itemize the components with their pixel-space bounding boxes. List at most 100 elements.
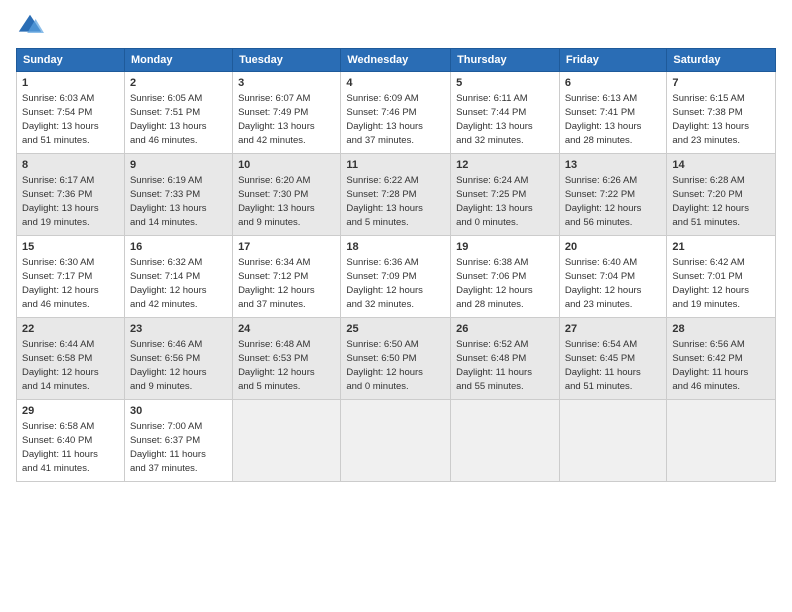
calendar-cell: 9Sunrise: 6:19 AM Sunset: 7:33 PM Daylig…	[124, 154, 232, 236]
calendar-header: SundayMondayTuesdayWednesdayThursdayFrid…	[17, 49, 776, 72]
day-of-week-sunday: Sunday	[17, 49, 125, 72]
day-info: Sunrise: 6:52 AM Sunset: 6:48 PM Dayligh…	[456, 338, 554, 393]
day-info: Sunrise: 6:34 AM Sunset: 7:12 PM Dayligh…	[238, 256, 335, 311]
day-number: 17	[238, 240, 335, 255]
day-info: Sunrise: 6:42 AM Sunset: 7:01 PM Dayligh…	[672, 256, 770, 311]
day-info: Sunrise: 6:26 AM Sunset: 7:22 PM Dayligh…	[565, 174, 662, 229]
calendar-week-4: 22Sunrise: 6:44 AM Sunset: 6:58 PM Dayli…	[17, 318, 776, 400]
day-number: 26	[456, 322, 554, 337]
day-number: 1	[22, 76, 119, 91]
calendar-cell: 14Sunrise: 6:28 AM Sunset: 7:20 PM Dayli…	[667, 154, 776, 236]
calendar-cell: 3Sunrise: 6:07 AM Sunset: 7:49 PM Daylig…	[233, 72, 341, 154]
day-info: Sunrise: 6:30 AM Sunset: 7:17 PM Dayligh…	[22, 256, 119, 311]
calendar-cell: 23Sunrise: 6:46 AM Sunset: 6:56 PM Dayli…	[124, 318, 232, 400]
header-row: SundayMondayTuesdayWednesdayThursdayFrid…	[17, 49, 776, 72]
calendar-cell: 17Sunrise: 6:34 AM Sunset: 7:12 PM Dayli…	[233, 236, 341, 318]
calendar-cell: 29Sunrise: 6:58 AM Sunset: 6:40 PM Dayli…	[17, 400, 125, 482]
day-info: Sunrise: 6:54 AM Sunset: 6:45 PM Dayligh…	[565, 338, 662, 393]
calendar-cell	[451, 400, 560, 482]
header	[16, 12, 776, 40]
calendar-cell: 12Sunrise: 6:24 AM Sunset: 7:25 PM Dayli…	[451, 154, 560, 236]
day-of-week-tuesday: Tuesday	[233, 49, 341, 72]
day-info: Sunrise: 6:38 AM Sunset: 7:06 PM Dayligh…	[456, 256, 554, 311]
day-info: Sunrise: 6:07 AM Sunset: 7:49 PM Dayligh…	[238, 92, 335, 147]
day-number: 11	[346, 158, 445, 173]
day-info: Sunrise: 6:24 AM Sunset: 7:25 PM Dayligh…	[456, 174, 554, 229]
calendar-table: SundayMondayTuesdayWednesdayThursdayFrid…	[16, 48, 776, 482]
day-info: Sunrise: 6:46 AM Sunset: 6:56 PM Dayligh…	[130, 338, 227, 393]
day-number: 15	[22, 240, 119, 255]
day-number: 6	[565, 76, 662, 91]
calendar-cell: 8Sunrise: 6:17 AM Sunset: 7:36 PM Daylig…	[17, 154, 125, 236]
calendar-page: SundayMondayTuesdayWednesdayThursdayFrid…	[0, 0, 792, 612]
day-number: 29	[22, 404, 119, 419]
day-number: 12	[456, 158, 554, 173]
calendar-cell: 30Sunrise: 7:00 AM Sunset: 6:37 PM Dayli…	[124, 400, 232, 482]
day-number: 7	[672, 76, 770, 91]
calendar-cell: 16Sunrise: 6:32 AM Sunset: 7:14 PM Dayli…	[124, 236, 232, 318]
day-number: 3	[238, 76, 335, 91]
calendar-cell: 26Sunrise: 6:52 AM Sunset: 6:48 PM Dayli…	[451, 318, 560, 400]
calendar-cell: 13Sunrise: 6:26 AM Sunset: 7:22 PM Dayli…	[559, 154, 667, 236]
day-of-week-thursday: Thursday	[451, 49, 560, 72]
day-number: 23	[130, 322, 227, 337]
day-info: Sunrise: 6:28 AM Sunset: 7:20 PM Dayligh…	[672, 174, 770, 229]
calendar-cell	[341, 400, 451, 482]
day-info: Sunrise: 6:03 AM Sunset: 7:54 PM Dayligh…	[22, 92, 119, 147]
day-of-week-friday: Friday	[559, 49, 667, 72]
day-number: 5	[456, 76, 554, 91]
day-number: 2	[130, 76, 227, 91]
calendar-cell: 7Sunrise: 6:15 AM Sunset: 7:38 PM Daylig…	[667, 72, 776, 154]
day-number: 25	[346, 322, 445, 337]
day-number: 28	[672, 322, 770, 337]
day-info: Sunrise: 7:00 AM Sunset: 6:37 PM Dayligh…	[130, 420, 227, 475]
day-number: 22	[22, 322, 119, 337]
day-info: Sunrise: 6:48 AM Sunset: 6:53 PM Dayligh…	[238, 338, 335, 393]
day-info: Sunrise: 6:17 AM Sunset: 7:36 PM Dayligh…	[22, 174, 119, 229]
day-info: Sunrise: 6:22 AM Sunset: 7:28 PM Dayligh…	[346, 174, 445, 229]
day-number: 27	[565, 322, 662, 337]
day-info: Sunrise: 6:40 AM Sunset: 7:04 PM Dayligh…	[565, 256, 662, 311]
day-info: Sunrise: 6:15 AM Sunset: 7:38 PM Dayligh…	[672, 92, 770, 147]
day-info: Sunrise: 6:44 AM Sunset: 6:58 PM Dayligh…	[22, 338, 119, 393]
day-info: Sunrise: 6:19 AM Sunset: 7:33 PM Dayligh…	[130, 174, 227, 229]
calendar-cell	[559, 400, 667, 482]
calendar-cell	[667, 400, 776, 482]
day-number: 24	[238, 322, 335, 337]
day-info: Sunrise: 6:13 AM Sunset: 7:41 PM Dayligh…	[565, 92, 662, 147]
day-number: 20	[565, 240, 662, 255]
day-number: 14	[672, 158, 770, 173]
calendar-cell: 28Sunrise: 6:56 AM Sunset: 6:42 PM Dayli…	[667, 318, 776, 400]
day-number: 9	[130, 158, 227, 173]
day-info: Sunrise: 6:11 AM Sunset: 7:44 PM Dayligh…	[456, 92, 554, 147]
calendar-cell: 4Sunrise: 6:09 AM Sunset: 7:46 PM Daylig…	[341, 72, 451, 154]
logo	[16, 12, 48, 40]
day-info: Sunrise: 6:50 AM Sunset: 6:50 PM Dayligh…	[346, 338, 445, 393]
calendar-cell: 11Sunrise: 6:22 AM Sunset: 7:28 PM Dayli…	[341, 154, 451, 236]
day-info: Sunrise: 6:36 AM Sunset: 7:09 PM Dayligh…	[346, 256, 445, 311]
day-info: Sunrise: 6:56 AM Sunset: 6:42 PM Dayligh…	[672, 338, 770, 393]
calendar-cell: 24Sunrise: 6:48 AM Sunset: 6:53 PM Dayli…	[233, 318, 341, 400]
day-number: 10	[238, 158, 335, 173]
calendar-cell: 27Sunrise: 6:54 AM Sunset: 6:45 PM Dayli…	[559, 318, 667, 400]
calendar-cell: 25Sunrise: 6:50 AM Sunset: 6:50 PM Dayli…	[341, 318, 451, 400]
day-info: Sunrise: 6:58 AM Sunset: 6:40 PM Dayligh…	[22, 420, 119, 475]
calendar-body: 1Sunrise: 6:03 AM Sunset: 7:54 PM Daylig…	[17, 72, 776, 482]
day-of-week-saturday: Saturday	[667, 49, 776, 72]
calendar-cell: 19Sunrise: 6:38 AM Sunset: 7:06 PM Dayli…	[451, 236, 560, 318]
calendar-cell: 10Sunrise: 6:20 AM Sunset: 7:30 PM Dayli…	[233, 154, 341, 236]
calendar-cell: 20Sunrise: 6:40 AM Sunset: 7:04 PM Dayli…	[559, 236, 667, 318]
calendar-week-5: 29Sunrise: 6:58 AM Sunset: 6:40 PM Dayli…	[17, 400, 776, 482]
calendar-cell: 1Sunrise: 6:03 AM Sunset: 7:54 PM Daylig…	[17, 72, 125, 154]
logo-icon	[16, 12, 44, 40]
calendar-cell: 2Sunrise: 6:05 AM Sunset: 7:51 PM Daylig…	[124, 72, 232, 154]
calendar-week-1: 1Sunrise: 6:03 AM Sunset: 7:54 PM Daylig…	[17, 72, 776, 154]
day-number: 13	[565, 158, 662, 173]
day-info: Sunrise: 6:32 AM Sunset: 7:14 PM Dayligh…	[130, 256, 227, 311]
calendar-cell: 22Sunrise: 6:44 AM Sunset: 6:58 PM Dayli…	[17, 318, 125, 400]
calendar-week-3: 15Sunrise: 6:30 AM Sunset: 7:17 PM Dayli…	[17, 236, 776, 318]
day-number: 21	[672, 240, 770, 255]
calendar-cell: 21Sunrise: 6:42 AM Sunset: 7:01 PM Dayli…	[667, 236, 776, 318]
day-number: 19	[456, 240, 554, 255]
calendar-cell: 6Sunrise: 6:13 AM Sunset: 7:41 PM Daylig…	[559, 72, 667, 154]
